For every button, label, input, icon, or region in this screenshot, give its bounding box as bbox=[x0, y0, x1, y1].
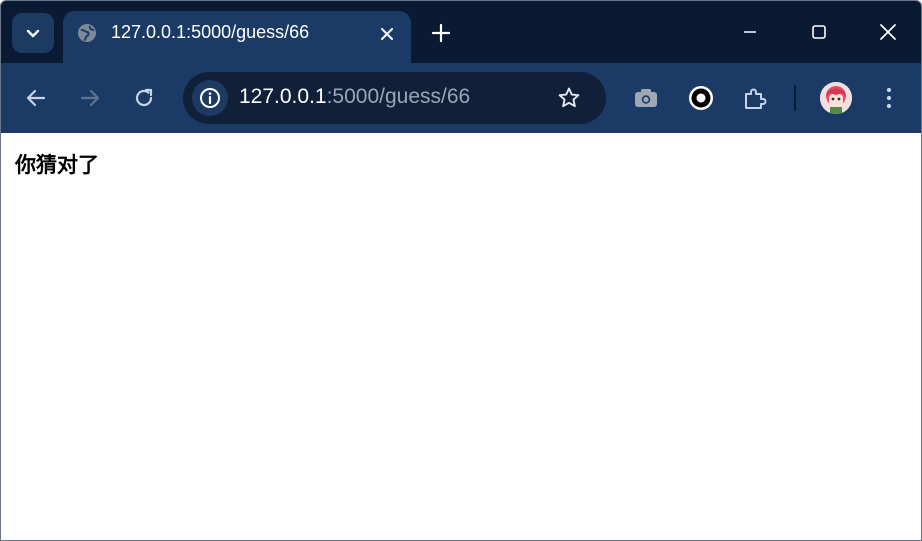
bookmark-button[interactable] bbox=[555, 84, 583, 112]
address-bar[interactable]: 127.0.0.1:5000/guess/66 bbox=[183, 72, 606, 124]
avatar-icon bbox=[820, 82, 852, 114]
tab-close-button[interactable] bbox=[377, 24, 397, 44]
kebab-menu-icon bbox=[886, 87, 892, 109]
toolbar-separator bbox=[794, 85, 796, 111]
forward-arrow-icon bbox=[80, 89, 100, 107]
ring-extension-button[interactable] bbox=[686, 83, 716, 113]
info-icon bbox=[200, 88, 220, 108]
back-button[interactable] bbox=[21, 83, 51, 113]
tab-title: 127.0.0.1:5000/guess/66 bbox=[111, 22, 310, 42]
url-host: 127.0.0.1 bbox=[239, 85, 327, 108]
puzzle-icon bbox=[745, 88, 767, 109]
tab-strip: 127.0.0.1:5000/guess/66 bbox=[1, 1, 921, 63]
plus-icon bbox=[431, 23, 451, 43]
result-message: 你猜对了 bbox=[15, 153, 99, 177]
browser-window: 127.0.0.1:5000/guess/66 127.0.0.1:5000/g… bbox=[0, 0, 922, 541]
maximize-button[interactable] bbox=[804, 17, 834, 47]
extensions-button[interactable] bbox=[740, 83, 770, 113]
star-icon bbox=[558, 87, 580, 108]
browser-toolbar: 127.0.0.1:5000/guess/66 bbox=[1, 63, 921, 133]
page-content: 你猜对了 bbox=[1, 133, 921, 540]
browser-menu-button[interactable] bbox=[874, 83, 904, 113]
new-tab-button[interactable] bbox=[429, 21, 453, 45]
tab-search-button[interactable] bbox=[12, 13, 54, 53]
site-info-button[interactable] bbox=[192, 80, 228, 116]
maximize-icon bbox=[812, 25, 826, 39]
url-text[interactable]: 127.0.0.1:5000/guess/66 bbox=[239, 85, 470, 109]
window-close-button[interactable] bbox=[873, 17, 903, 47]
active-tab[interactable]: 127.0.0.1:5000/guess/66 bbox=[63, 11, 411, 63]
chevron-down-icon bbox=[26, 29, 40, 38]
reload-icon bbox=[135, 88, 153, 107]
minimize-icon bbox=[744, 31, 756, 33]
close-icon bbox=[880, 24, 896, 40]
back-arrow-icon bbox=[26, 89, 46, 107]
screenshot-extension-button[interactable] bbox=[631, 83, 661, 113]
forward-button[interactable] bbox=[75, 83, 105, 113]
url-path: :5000/guess/66 bbox=[326, 85, 471, 108]
ring-icon bbox=[689, 86, 713, 110]
globe-icon bbox=[78, 24, 96, 42]
profile-avatar[interactable] bbox=[820, 82, 852, 114]
reload-button[interactable] bbox=[129, 83, 159, 113]
minimize-button[interactable] bbox=[735, 17, 765, 47]
camera-icon bbox=[635, 89, 657, 107]
close-icon bbox=[381, 28, 393, 40]
